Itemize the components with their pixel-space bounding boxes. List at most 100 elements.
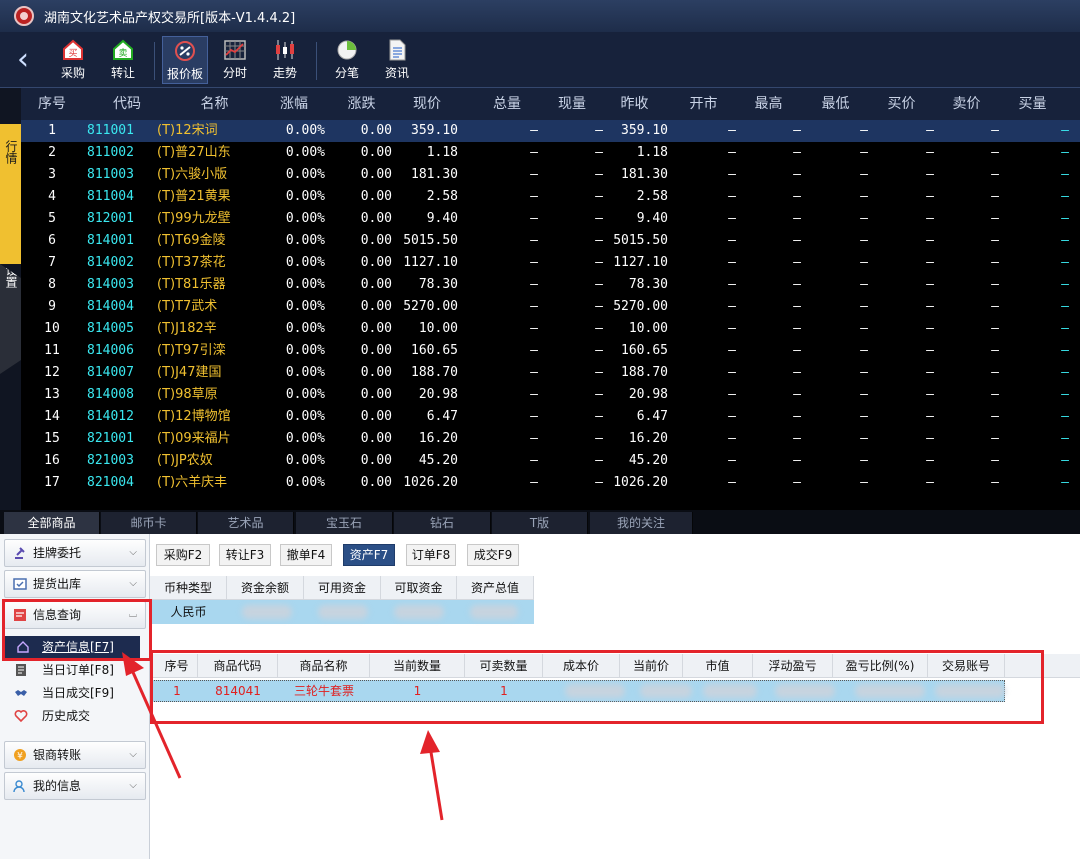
quote-cell: 0.00%: [285, 189, 325, 204]
toolbar-transfer-button[interactable]: 卖 转让: [100, 36, 146, 84]
quote-col-header[interactable]: 代码: [87, 88, 167, 120]
quote-cell: —: [530, 453, 538, 468]
quote-table-header: 序号 代码 名称 涨幅 涨跌 现价 总量 现量 昨收 开市 最高 最低 买价 卖价 买量: [21, 88, 1080, 120]
quote-col-header[interactable]: 现价: [396, 88, 458, 120]
quote-cell: 811003: [87, 167, 134, 182]
quote-cell: 10: [44, 321, 60, 336]
quote-cell: —: [926, 277, 934, 292]
toolbar-tick-button[interactable]: 分笔: [324, 36, 370, 84]
quote-cell: —: [793, 167, 801, 182]
transfer-f3-button[interactable]: 转让F3: [219, 544, 271, 566]
category-tab[interactable]: 全部商品: [4, 512, 100, 534]
category-tab[interactable]: 艺术品: [198, 512, 294, 534]
category-tab[interactable]: 钻石: [394, 512, 491, 534]
redacted-value: [242, 605, 292, 619]
quote-cell: —: [728, 365, 736, 380]
quote-cell: (T)98草原: [157, 387, 218, 402]
quote-cell: 20.98: [418, 387, 458, 402]
category-tab[interactable]: T版: [492, 512, 588, 534]
quote-row[interactable]: 3 811003 (T)六骏小版 0.00% 0.00 181.30 — — 181.30 — — —…: [21, 164, 1080, 186]
category-tab[interactable]: 宝玉石: [296, 512, 393, 534]
quote-row[interactable]: 5 812001 (T)99九龙壁 0.00% 0.00 9.40 — — 9.40 — — — — — —: [21, 208, 1080, 230]
quote-row[interactable]: 1 811001 (T)12宋词 0.00% 0.00 359.10 — — 359.10 — — —…: [21, 120, 1080, 142]
nav-group-delivery[interactable]: 提货出库 ⌵: [4, 570, 146, 598]
quote-cell: 814007: [87, 365, 134, 380]
annotation-arrow-holdings: [420, 730, 444, 821]
quote-col-header[interactable]: 开市: [671, 88, 736, 120]
quote-row[interactable]: 14 814012 (T)12博物馆 0.00% 0.00 6.47 — — 6.47 — — — — —…: [21, 406, 1080, 428]
category-tab[interactable]: 邮币卡: [101, 512, 197, 534]
quote-cell: 3: [48, 167, 56, 182]
quote-cell: —: [595, 409, 603, 424]
quote-cell: —: [1061, 145, 1069, 160]
quote-col-header[interactable]: 买价: [869, 88, 934, 120]
quote-col-header[interactable]: 序号: [21, 88, 83, 120]
quote-cell: —: [926, 365, 934, 380]
toolbar-timeshare-button[interactable]: 分时: [212, 36, 258, 84]
quote-row[interactable]: 17 821004 (T)六羊庆丰 0.00% 0.00 1026.20 — — 1026.20…: [21, 472, 1080, 494]
quote-row[interactable]: 8 814003 (T)T81乐器 0.00% 0.00 78.30 — — 78.30 — — — —…: [21, 274, 1080, 296]
deal-f9-button[interactable]: 成交F9: [467, 544, 519, 566]
quote-col-header[interactable]: 涨幅: [263, 88, 325, 120]
quote-cell: —: [530, 233, 538, 248]
quote-col-header[interactable]: 卖价: [934, 88, 999, 120]
quote-row[interactable]: 15 821001 (T)09来福片 0.00% 0.00 16.20 — — 16.20 — — —…: [21, 428, 1080, 450]
quote-cell: 814004: [87, 299, 134, 314]
nav-group-label: 银商转账: [33, 748, 82, 762]
toolbar-trend-button[interactable]: 走势: [262, 36, 308, 84]
quote-cell: 14: [44, 409, 60, 424]
quote-cell: 16.20: [628, 431, 668, 446]
quote-cell: 0.00%: [285, 255, 325, 270]
side-tab-settings[interactable]: 设置: [0, 264, 21, 374]
quote-cell: 0.00: [360, 255, 392, 270]
toolbar-purchase-button[interactable]: 买 采购: [50, 36, 96, 84]
quote-row[interactable]: 16 821003 (T)JP农奴 0.00% 0.00 45.20 — — 45.20 — — — —…: [21, 450, 1080, 472]
quote-row[interactable]: 7 814002 (T)T37茶花 0.00% 0.00 1127.10 — — 1127.10…: [21, 252, 1080, 274]
quote-cell: —: [728, 343, 736, 358]
quote-col-header[interactable]: 最低: [803, 88, 868, 120]
quote-cell: —: [1061, 189, 1069, 204]
quote-row[interactable]: 10 814005 (T)J182辛 0.00% 0.00 10.00 — — 10.00 — — —…: [21, 318, 1080, 340]
toolbar-news-button[interactable]: 资讯: [374, 36, 420, 84]
quote-table: 序号 代码 名称 涨幅 涨跌 现价 总量 现量 昨收 开市 最高 最低 买价 卖价 买量 1 811001 (T…: [21, 88, 1080, 510]
quote-row[interactable]: 11 814006 (T)T97引滦 0.00% 0.00 160.65 — — 160.65 —…: [21, 340, 1080, 362]
quote-cell: —: [991, 189, 999, 204]
quote-row[interactable]: 12 814007 (T)J47建国 0.00% 0.00 188.70 — — 188.70 —…: [21, 362, 1080, 384]
button-label: 成交F9: [473, 548, 513, 562]
toolbar-quote-board-button[interactable]: 报价板: [162, 36, 208, 84]
quote-row[interactable]: 13 814008 (T)98草原 0.00% 0.00 20.98 — — 20.98 — — — —…: [21, 384, 1080, 406]
quote-cell: —: [595, 255, 603, 270]
quote-row[interactable]: 9 814004 (T)T7武术 0.00% 0.00 5270.00 — — 5270.00 —…: [21, 296, 1080, 318]
quote-cell: 0.00%: [285, 387, 325, 402]
asset-f7-button[interactable]: 资产F7: [343, 544, 395, 566]
quote-cell: 814012: [87, 409, 134, 424]
quote-cell: —: [728, 233, 736, 248]
quote-cell: —: [793, 387, 801, 402]
quote-cell: 8: [48, 277, 56, 292]
order-f8-button[interactable]: 订单F8: [406, 544, 456, 566]
quote-row[interactable]: 4 811004 (T)普21黄果 0.00% 0.00 2.58 — — 2.58 — — — — — —: [21, 186, 1080, 208]
quote-col-header[interactable]: 昨收: [601, 88, 668, 120]
quote-col-header[interactable]: 买量: [996, 88, 1069, 120]
category-tab[interactable]: 我的关注: [590, 512, 693, 534]
asset-col-header: 可取资金: [381, 576, 457, 600]
quote-cell: —: [991, 365, 999, 380]
quote-cell: 0.00%: [285, 211, 325, 226]
side-tab-quote[interactable]: 行情: [0, 124, 21, 264]
quote-col-header[interactable]: 现量: [541, 88, 603, 120]
purchase-f2-button[interactable]: 采购F2: [156, 544, 210, 566]
quote-cell: —: [595, 277, 603, 292]
quote-cell: —: [991, 409, 999, 424]
quote-cell: 0.00: [360, 167, 392, 182]
quote-col-header[interactable]: 名称: [157, 88, 272, 120]
quote-row[interactable]: 2 811002 (T)普27山东 0.00% 0.00 1.18 — — 1.18 — — — — — —: [21, 142, 1080, 164]
quote-cell: —: [728, 123, 736, 138]
quote-col-header[interactable]: 总量: [476, 88, 538, 120]
quote-col-header[interactable]: 最高: [736, 88, 801, 120]
quote-col-header[interactable]: 涨跌: [331, 88, 392, 120]
quote-row[interactable]: 6 814001 (T)T69金陵 0.00% 0.00 5015.50 — — 5015.50…: [21, 230, 1080, 252]
back-arrow-icon[interactable]: ‹: [8, 42, 38, 78]
cancel-f4-button[interactable]: 撤单F4: [280, 544, 332, 566]
quote-cell: 0.00: [360, 453, 392, 468]
nav-group-listing-order[interactable]: 挂牌委托 ⌵: [4, 539, 146, 567]
